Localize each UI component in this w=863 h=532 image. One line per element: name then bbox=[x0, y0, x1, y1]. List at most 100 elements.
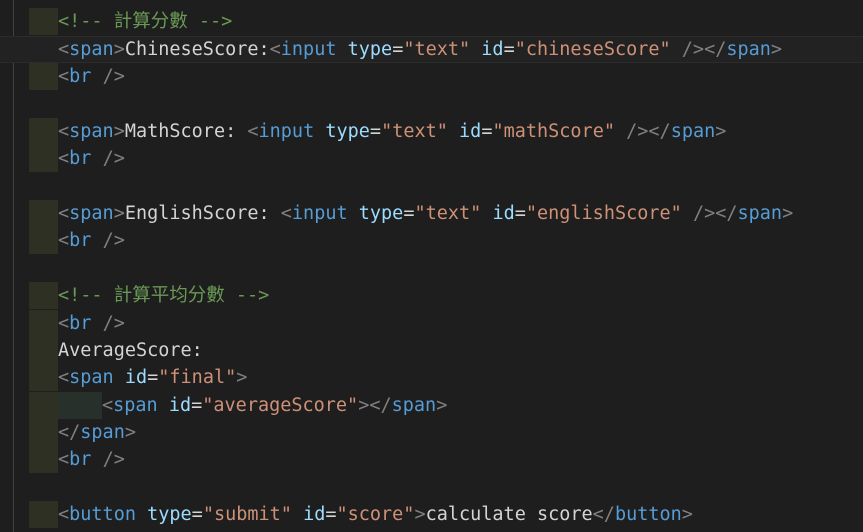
tag-token: span bbox=[391, 395, 437, 416]
tag-token: input bbox=[258, 121, 315, 142]
attribute-token: id bbox=[168, 395, 192, 416]
bracket-token: > bbox=[124, 422, 136, 443]
code-editor[interactable]: <!-- 計算分數 --> <span>ChineseScore:<input … bbox=[0, 0, 863, 532]
attribute-token: type bbox=[358, 203, 404, 224]
code-line[interactable]: <!-- 計算分數 --> bbox=[58, 8, 232, 35]
tag-token: span bbox=[69, 121, 114, 142]
code-line[interactable]: </span> bbox=[58, 419, 136, 446]
text-token: = bbox=[514, 203, 526, 224]
text-token: ChineseScore: bbox=[124, 39, 270, 60]
tag-token: br bbox=[69, 230, 92, 251]
code-line[interactable]: <br /> bbox=[58, 145, 125, 172]
bracket-token: > bbox=[113, 203, 125, 224]
bracket-token: </ bbox=[58, 422, 81, 443]
text-token: = bbox=[191, 395, 203, 416]
attribute-token: type bbox=[347, 39, 393, 60]
text-token: calculate score bbox=[425, 504, 593, 525]
code-line[interactable]: <span>EnglishScore: <input type="text" i… bbox=[58, 200, 793, 227]
string-token: "text" bbox=[403, 39, 471, 60]
code-line[interactable]: <button type="submit" id="score">calcula… bbox=[58, 501, 693, 528]
bracket-token: < bbox=[58, 504, 70, 525]
indent-highlight bbox=[29, 419, 58, 447]
tag-token: span bbox=[69, 367, 114, 388]
bracket-token: /></ bbox=[692, 203, 738, 224]
text-token: = bbox=[369, 121, 382, 142]
code-line[interactable]: <br /> bbox=[58, 63, 125, 90]
string-token: "mathScore" bbox=[492, 121, 615, 142]
indent-highlight bbox=[29, 337, 58, 365]
tag-token: br bbox=[69, 449, 92, 470]
tag-token: br bbox=[69, 313, 92, 334]
bracket-token: > bbox=[414, 504, 426, 525]
tag-token: span bbox=[726, 39, 771, 60]
code-line[interactable]: <br /> bbox=[58, 446, 125, 473]
attribute-token: id bbox=[303, 504, 326, 525]
bracket-token: < bbox=[58, 313, 70, 334]
code-line-current[interactable]: <span>ChineseScore:<input type="text" id… bbox=[0, 36, 863, 64]
comment-token: <!-- 計算平均分數 --> bbox=[58, 285, 270, 306]
indent-guide bbox=[13, 0, 14, 532]
tag-token: br bbox=[69, 66, 92, 87]
text-token: = bbox=[147, 367, 159, 388]
attribute-token: type bbox=[325, 121, 370, 142]
string-token: "score" bbox=[336, 504, 415, 525]
text-token: = bbox=[191, 504, 203, 525]
tag-token: button bbox=[614, 504, 682, 525]
indent-highlight bbox=[29, 200, 58, 228]
bracket-token: /></ bbox=[681, 39, 727, 60]
code-line[interactable]: <br /> bbox=[58, 310, 125, 337]
indent-highlight bbox=[29, 227, 58, 255]
attribute-token: id bbox=[124, 367, 148, 388]
bracket-token: /> bbox=[102, 230, 125, 251]
string-token: "text" bbox=[414, 203, 482, 224]
bracket-token: < bbox=[269, 39, 281, 60]
bracket-token: /> bbox=[102, 449, 125, 470]
code-line[interactable]: <span id="averageScore"></span> bbox=[102, 392, 447, 419]
indent-highlight bbox=[29, 118, 58, 146]
bracket-token: < bbox=[102, 395, 114, 416]
code-line[interactable]: <br /> bbox=[58, 227, 125, 254]
tag-token: input bbox=[280, 39, 337, 60]
bracket-token: < bbox=[280, 203, 292, 224]
text-token: EnglishScore: bbox=[124, 203, 281, 224]
bracket-token: < bbox=[58, 230, 70, 251]
indent-highlight bbox=[58, 392, 102, 420]
code-line[interactable]: AverageScore: bbox=[58, 337, 203, 364]
bracket-token: < bbox=[58, 367, 70, 388]
code-line[interactable]: <span>MathScore: <input type="text" id="… bbox=[58, 118, 726, 145]
attribute-token: id bbox=[492, 203, 515, 224]
code-line[interactable]: <!-- 計算平均分數 --> bbox=[58, 282, 269, 309]
comment-token: <!-- 計算分數 --> bbox=[58, 11, 233, 32]
bracket-token: /> bbox=[102, 66, 125, 87]
text-token: = bbox=[503, 39, 515, 60]
bracket-token: /> bbox=[102, 313, 125, 334]
indent-highlight bbox=[29, 446, 58, 474]
tag-token: span bbox=[670, 121, 716, 142]
code-line[interactable]: <span id="final"> bbox=[58, 364, 247, 391]
bracket-token: > bbox=[113, 121, 125, 142]
string-token: "final" bbox=[158, 367, 237, 388]
tag-token: span bbox=[113, 395, 158, 416]
attribute-token: type bbox=[147, 504, 192, 525]
indent-highlight bbox=[29, 310, 58, 338]
bracket-token: > bbox=[715, 121, 727, 142]
bracket-token: > bbox=[770, 39, 783, 60]
bracket-token: /></ bbox=[626, 121, 671, 142]
bracket-token: </ bbox=[592, 504, 615, 525]
string-token: "englishScore" bbox=[525, 203, 682, 224]
indent-highlight bbox=[29, 63, 58, 91]
bracket-token: > bbox=[681, 504, 693, 525]
bracket-token: < bbox=[58, 203, 70, 224]
tag-token: span bbox=[69, 203, 114, 224]
